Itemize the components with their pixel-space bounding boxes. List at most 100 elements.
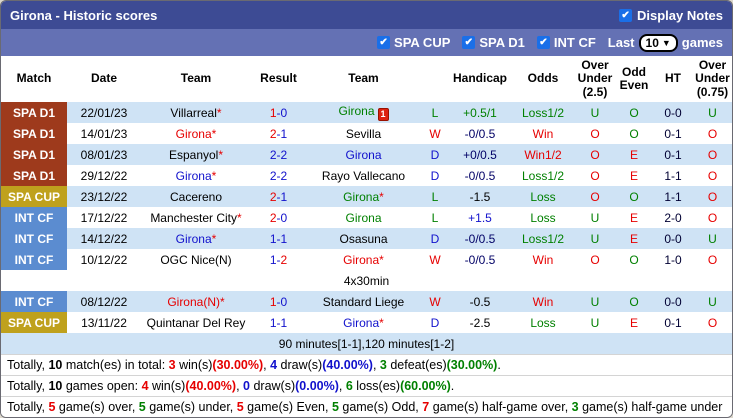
summary-segment: 3 xyxy=(168,358,176,372)
table-header-row: Match Date Team Result Team Handicap Odd… xyxy=(1,56,732,102)
int-cf-checkbox[interactable]: ✔ xyxy=(536,36,550,49)
away-goals: 1 xyxy=(280,315,288,330)
odds-result: Win1/2 xyxy=(511,144,575,165)
home-goals: 1 xyxy=(269,252,277,267)
away-goals: 0 xyxy=(280,210,288,225)
full-time-score: 2-0 xyxy=(251,207,306,228)
spa-d1-label: SPA D1 xyxy=(479,35,525,50)
home-goals: 1 xyxy=(269,105,277,120)
match-row: SPA CUP 23/12/22 Cacereno 2-1 Girona* L -1.5 Lo… xyxy=(1,186,732,207)
chevron-down-icon: ▼ xyxy=(661,37,671,48)
away-goals: 1 xyxy=(280,231,288,246)
over-under-0-75: U xyxy=(693,228,732,249)
full-time-score: 1-0 xyxy=(251,291,306,312)
match-row: INT CF 17/12/22 Manchester City* 2-0 Girona L… xyxy=(1,207,732,228)
note-row: 4x30min xyxy=(1,270,732,291)
spa-d1-checkbox[interactable]: ✔ xyxy=(462,36,476,49)
away-team: Osasuna xyxy=(306,228,421,249)
handicap-result-letter: D xyxy=(430,315,440,330)
team-name: OGC Nice(N) xyxy=(160,252,232,267)
match-row: INT CF 14/12/22 Girona* 1-1 Osasuna D -0/0.5 Lo… xyxy=(1,228,732,249)
league-badge: SPA D1 xyxy=(1,123,67,144)
league-badge: SPA D1 xyxy=(1,102,67,123)
over-under-2-5: O xyxy=(590,126,600,141)
summary-segment: (60.00%) xyxy=(400,379,451,393)
display-notes-checkbox[interactable]: ✔ xyxy=(619,8,633,22)
page-title: Girona - Historic scores xyxy=(10,7,158,23)
title-bar: Girona - Historic scores ✔ Display Notes xyxy=(1,1,732,29)
games-count-value: 10 xyxy=(645,35,659,50)
summary-segment: (40.00%) xyxy=(322,358,373,372)
over-under-0-75: O xyxy=(707,168,718,183)
handicap-result-letter: W xyxy=(429,126,441,141)
odd-even: O xyxy=(615,186,653,207)
odd-even: O xyxy=(629,126,639,141)
odd-even: O xyxy=(629,252,639,267)
away-team: Girona* xyxy=(306,186,421,207)
odd-even: E xyxy=(615,144,653,165)
over-under-2-5: O xyxy=(575,144,615,165)
away-goals: 0 xyxy=(280,105,288,120)
summary-segment: game(s) Odd, xyxy=(338,400,423,414)
spa-cup-checkbox[interactable]: ✔ xyxy=(377,36,391,49)
home-goals: 2 xyxy=(269,147,277,162)
home-team: Espanyol* xyxy=(141,144,251,165)
home-goals: 2 xyxy=(269,168,277,183)
match-row: INT CF 10/12/22 OGC Nice(N) 1-2 Girona* W -0/0… xyxy=(1,249,732,270)
summary-segment: 3 xyxy=(379,358,387,372)
odds-result: Win xyxy=(532,252,554,267)
summary-segment: win(s) xyxy=(175,358,213,372)
summary-segment: defeat(es) xyxy=(386,358,447,372)
filter-bar: ✔ SPA CUP ✔ SPA D1 ✔ INT CF Last 10 ▼ ga… xyxy=(1,29,732,56)
odds-result: Loss xyxy=(511,186,575,207)
away-goals: 2 xyxy=(280,168,288,183)
asterisk-marker: * xyxy=(237,210,242,225)
home-goals: 2 xyxy=(269,126,277,141)
match-row: SPA CUP 13/11/22 Quintanar Del Rey 1-1 Giron… xyxy=(1,312,732,333)
scores-table: Match Date Team Result Team Handicap Odd… xyxy=(1,56,732,354)
over-under-2-5: U xyxy=(590,315,600,330)
league-badge: INT CF xyxy=(1,291,67,312)
summary-segment: game(s) half-game over, xyxy=(429,400,572,414)
summary-segment: , xyxy=(372,358,380,372)
team-name: Villarreal xyxy=(170,105,217,120)
over-under-2-5: O xyxy=(590,252,600,267)
odds-result: Loss1/2 xyxy=(511,228,575,249)
red-card-icon: 1 xyxy=(377,108,389,121)
summary-segment: win(s) xyxy=(148,379,186,393)
summary-segment: draw(s) xyxy=(249,379,296,393)
summary-line: Totally, 10 games open: 4 win(s)(40.00%)… xyxy=(1,375,732,396)
team-name: Standard Liege xyxy=(322,294,405,309)
away-goals: 0 xyxy=(280,294,288,309)
summary-segment: 6 xyxy=(345,379,353,393)
full-time-score: 1-2 xyxy=(251,249,306,270)
header-match: Match xyxy=(1,56,67,102)
handicap-line: -0/0.5 xyxy=(464,126,496,141)
match-row: SPA D1 22/01/23 Villarreal* 1-0 Girona 1 L +0.5… xyxy=(1,102,732,123)
home-team: Villarreal* xyxy=(141,102,251,123)
odd-even: O xyxy=(615,291,653,312)
games-count-select[interactable]: 10 ▼ xyxy=(638,33,678,52)
league-badge: SPA D1 xyxy=(1,144,67,165)
header-ht: HT xyxy=(653,56,693,102)
summary-segment: 5 xyxy=(138,400,146,414)
asterisk-marker: * xyxy=(379,252,384,267)
header-letter xyxy=(421,56,449,102)
league-badge: SPA D1 xyxy=(1,165,67,186)
over-under-2-5: U xyxy=(575,228,615,249)
team-name: Girona xyxy=(345,147,382,162)
team-name: Osasuna xyxy=(339,231,388,246)
header-over-under-0-75: Over Under (0.75) xyxy=(693,56,732,102)
match-date: 10/12/22 xyxy=(80,252,128,267)
summary-segment: game(s) Even, xyxy=(243,400,332,414)
summary-segment: 4 xyxy=(141,379,149,393)
asterisk-marker: * xyxy=(220,294,225,309)
full-time-score: 2-2 xyxy=(251,165,306,186)
header-away-team: Team xyxy=(306,56,421,102)
handicap-line: -2.5 xyxy=(469,315,491,330)
int-cf-label: INT CF xyxy=(553,35,596,50)
match-date: 08/12/22 xyxy=(67,291,141,312)
team-name: Girona xyxy=(345,210,382,225)
match-date: 29/12/22 xyxy=(80,168,128,183)
home-goals: 1 xyxy=(269,315,277,330)
